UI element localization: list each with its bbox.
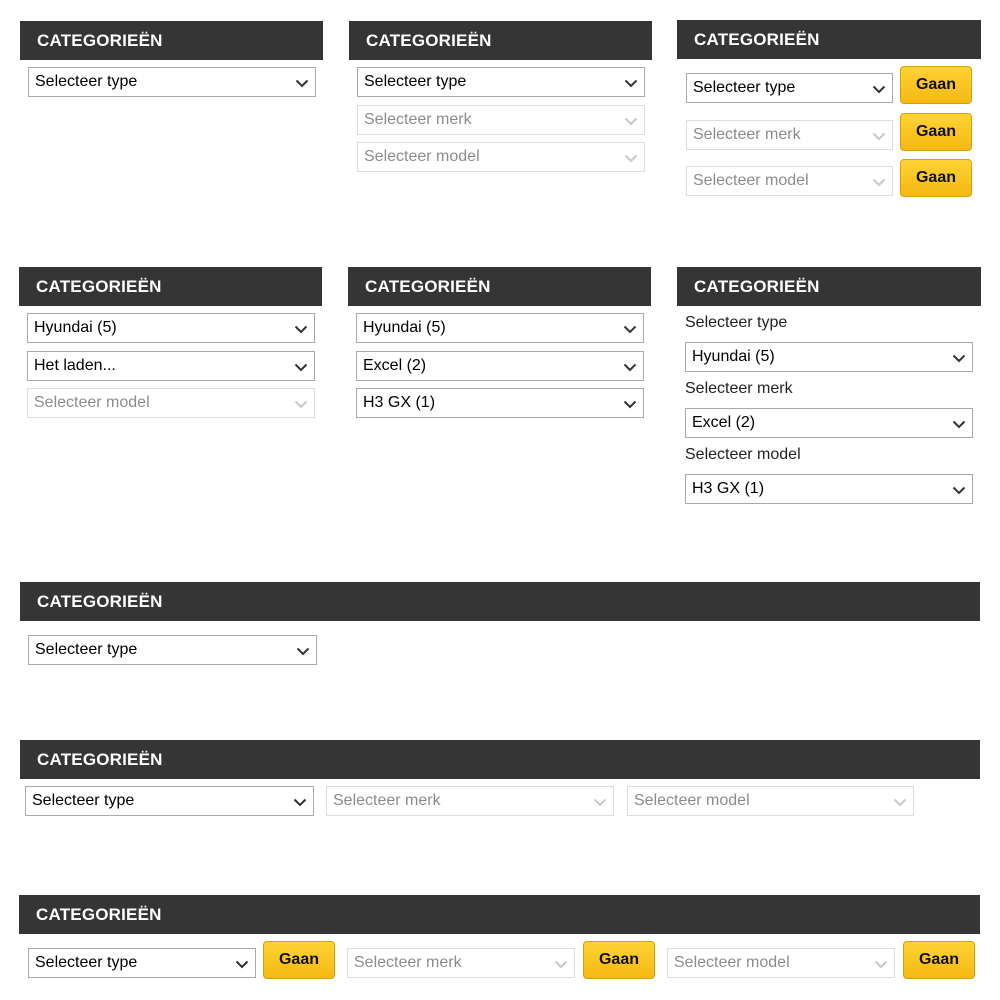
chevron-down-icon xyxy=(623,325,637,334)
select-value: Het laden... xyxy=(34,357,116,374)
model-label: Selecteer model xyxy=(685,446,801,463)
type-select[interactable]: Selecteer type xyxy=(28,67,316,97)
widget-header: CATEGORIEËN xyxy=(677,267,981,306)
select-value: Selecteer merk xyxy=(693,126,801,143)
widget-header: CATEGORIEËN xyxy=(349,21,652,60)
header-title: CATEGORIEËN xyxy=(36,904,162,924)
chevron-down-icon xyxy=(952,354,966,363)
select-value: Selecteer model xyxy=(674,954,790,971)
select-value: Excel (2) xyxy=(363,357,427,374)
select-value: Selecteer type xyxy=(32,792,135,809)
chevron-down-icon xyxy=(294,400,308,409)
select-value: Selecteer type xyxy=(35,954,138,971)
type-select[interactable]: Hyundai (5) xyxy=(27,313,315,343)
chevron-down-icon xyxy=(952,486,966,495)
chevron-down-icon xyxy=(554,960,568,969)
widget-header: CATEGORIEËN xyxy=(677,20,981,59)
chevron-down-icon xyxy=(893,798,907,807)
chevron-down-icon xyxy=(874,960,888,969)
model-select[interactable]: Selecteer model xyxy=(667,948,895,978)
model-select[interactable]: Selecteer model xyxy=(627,786,914,816)
chevron-down-icon xyxy=(623,400,637,409)
model-select[interactable]: Selecteer model xyxy=(686,166,893,196)
merk-select[interactable]: Excel (2) xyxy=(356,351,644,381)
type-select[interactable]: Selecteer type xyxy=(28,948,256,978)
select-value: Selecteer model xyxy=(693,172,809,189)
chevron-down-icon xyxy=(872,85,886,94)
merk-select[interactable]: Het laden... xyxy=(27,351,315,381)
chevron-down-icon xyxy=(294,325,308,334)
type-label: Selecteer type xyxy=(685,314,788,331)
go-button[interactable]: Gaan xyxy=(583,941,655,979)
select-value: Selecteer model xyxy=(364,148,480,165)
select-value: Hyundai (5) xyxy=(34,319,117,336)
merk-select[interactable]: Selecteer merk xyxy=(357,105,645,135)
go-button[interactable]: Gaan xyxy=(900,66,972,104)
type-select[interactable]: Selecteer type xyxy=(28,635,317,665)
select-value: Selecteer merk xyxy=(333,792,441,809)
merk-select[interactable]: Selecteer merk xyxy=(686,120,893,150)
go-button[interactable]: Gaan xyxy=(900,113,972,151)
select-value: Selecteer type xyxy=(35,641,138,658)
model-select[interactable]: H3 GX (1) xyxy=(356,388,644,418)
chevron-down-icon xyxy=(623,363,637,372)
header-title: CATEGORIEËN xyxy=(37,30,163,50)
go-button[interactable]: Gaan xyxy=(263,941,335,979)
widget-header: CATEGORIEËN xyxy=(20,740,980,779)
chevron-down-icon xyxy=(296,647,310,656)
chevron-down-icon xyxy=(872,178,886,187)
header-title: CATEGORIEËN xyxy=(366,30,492,50)
select-value: Selecteer model xyxy=(34,394,150,411)
header-title: CATEGORIEËN xyxy=(37,591,163,611)
merk-select[interactable]: Excel (2) xyxy=(685,408,973,438)
chevron-down-icon xyxy=(872,132,886,141)
merk-select[interactable]: Selecteer merk xyxy=(326,786,614,816)
chevron-down-icon xyxy=(624,154,638,163)
chevron-down-icon xyxy=(294,363,308,372)
select-value: Hyundai (5) xyxy=(363,319,446,336)
widget-header: CATEGORIEËN xyxy=(19,267,322,306)
chevron-down-icon xyxy=(624,79,638,88)
model-select[interactable]: H3 GX (1) xyxy=(685,474,973,504)
select-value: H3 GX (1) xyxy=(692,480,765,497)
widget-header: CATEGORIEËN xyxy=(20,21,323,60)
model-select[interactable]: Selecteer model xyxy=(27,388,315,418)
select-value: Hyundai (5) xyxy=(692,348,775,365)
chevron-down-icon xyxy=(952,420,966,429)
type-select[interactable]: Selecteer type xyxy=(25,786,314,816)
merk-select[interactable]: Selecteer merk xyxy=(347,948,575,978)
chevron-down-icon xyxy=(293,798,307,807)
select-value: H3 GX (1) xyxy=(363,394,436,411)
select-value: Selecteer model xyxy=(634,792,750,809)
header-title: CATEGORIEËN xyxy=(37,749,163,769)
chevron-down-icon xyxy=(624,117,638,126)
header-title: CATEGORIEËN xyxy=(36,276,162,296)
go-button[interactable]: Gaan xyxy=(903,941,975,979)
widget-header: CATEGORIEËN xyxy=(348,267,651,306)
select-value: Selecteer type xyxy=(364,73,467,90)
select-value: Selecteer merk xyxy=(354,954,462,971)
select-value: Excel (2) xyxy=(692,414,756,431)
select-value: Selecteer merk xyxy=(364,111,472,128)
chevron-down-icon xyxy=(593,798,607,807)
header-title: CATEGORIEËN xyxy=(365,276,491,296)
type-select[interactable]: Selecteer type xyxy=(357,67,645,97)
header-title: CATEGORIEËN xyxy=(694,29,820,49)
select-value: Selecteer type xyxy=(35,73,138,90)
widget-header: CATEGORIEËN xyxy=(20,582,980,621)
widget-header: CATEGORIEËN xyxy=(19,895,980,934)
type-select[interactable]: Selecteer type xyxy=(686,73,893,103)
type-select[interactable]: Hyundai (5) xyxy=(685,342,973,372)
type-select[interactable]: Hyundai (5) xyxy=(356,313,644,343)
header-title: CATEGORIEËN xyxy=(694,276,820,296)
model-select[interactable]: Selecteer model xyxy=(357,142,645,172)
chevron-down-icon xyxy=(295,79,309,88)
select-value: Selecteer type xyxy=(693,79,796,96)
chevron-down-icon xyxy=(235,960,249,969)
merk-label: Selecteer merk xyxy=(685,380,793,397)
go-button[interactable]: Gaan xyxy=(900,159,972,197)
